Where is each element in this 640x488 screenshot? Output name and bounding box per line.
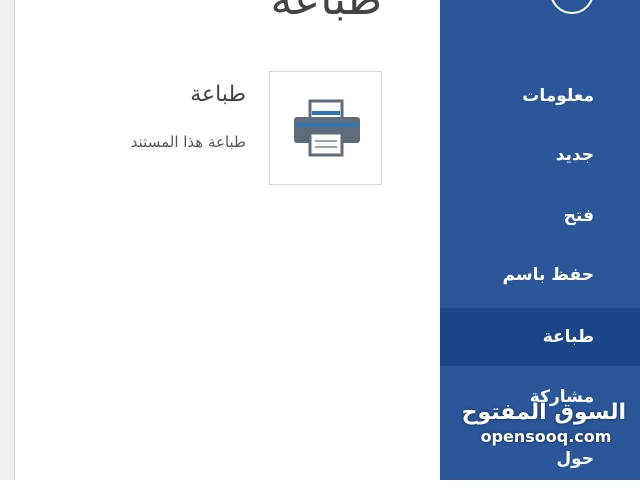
sidebar-item-label: حفظ باسم: [502, 265, 594, 285]
print-button[interactable]: [269, 71, 382, 185]
sidebar-item-info[interactable]: معلومات: [440, 67, 640, 125]
sidebar-item-share[interactable]: مشاركة: [440, 368, 640, 426]
printer-icon: [294, 99, 360, 157]
sidebar-item-label: معلومات: [522, 86, 594, 106]
sidebar-item-label: فتح: [563, 206, 594, 226]
sidebar-item-save-as[interactable]: حفظ باسم: [440, 246, 640, 304]
page-title: طباعة: [270, 0, 382, 25]
sidebar-item-about[interactable]: حول: [440, 430, 640, 488]
sidebar-item-open[interactable]: فتح: [440, 187, 640, 245]
sidebar-item-label: حول: [556, 449, 594, 469]
backstage-content: طباعة طباعة طباعة هذا المستند: [0, 0, 440, 480]
backstage-sidebar: معلومات جديد فتح حفظ باسم طباعة مشاركة ح…: [440, 0, 640, 480]
back-arrow-icon[interactable]: [550, 0, 594, 14]
print-heading: طباعة: [190, 82, 246, 107]
sidebar-item-label: جديد: [555, 145, 594, 165]
left-edge: [0, 0, 15, 480]
sidebar-item-new[interactable]: جديد: [440, 126, 640, 184]
sidebar-item-print[interactable]: طباعة: [440, 308, 640, 366]
sidebar-item-label: مشاركة: [529, 387, 594, 407]
sidebar-item-label: طباعة: [542, 327, 594, 347]
print-description: طباعة هذا المستند: [130, 133, 246, 151]
